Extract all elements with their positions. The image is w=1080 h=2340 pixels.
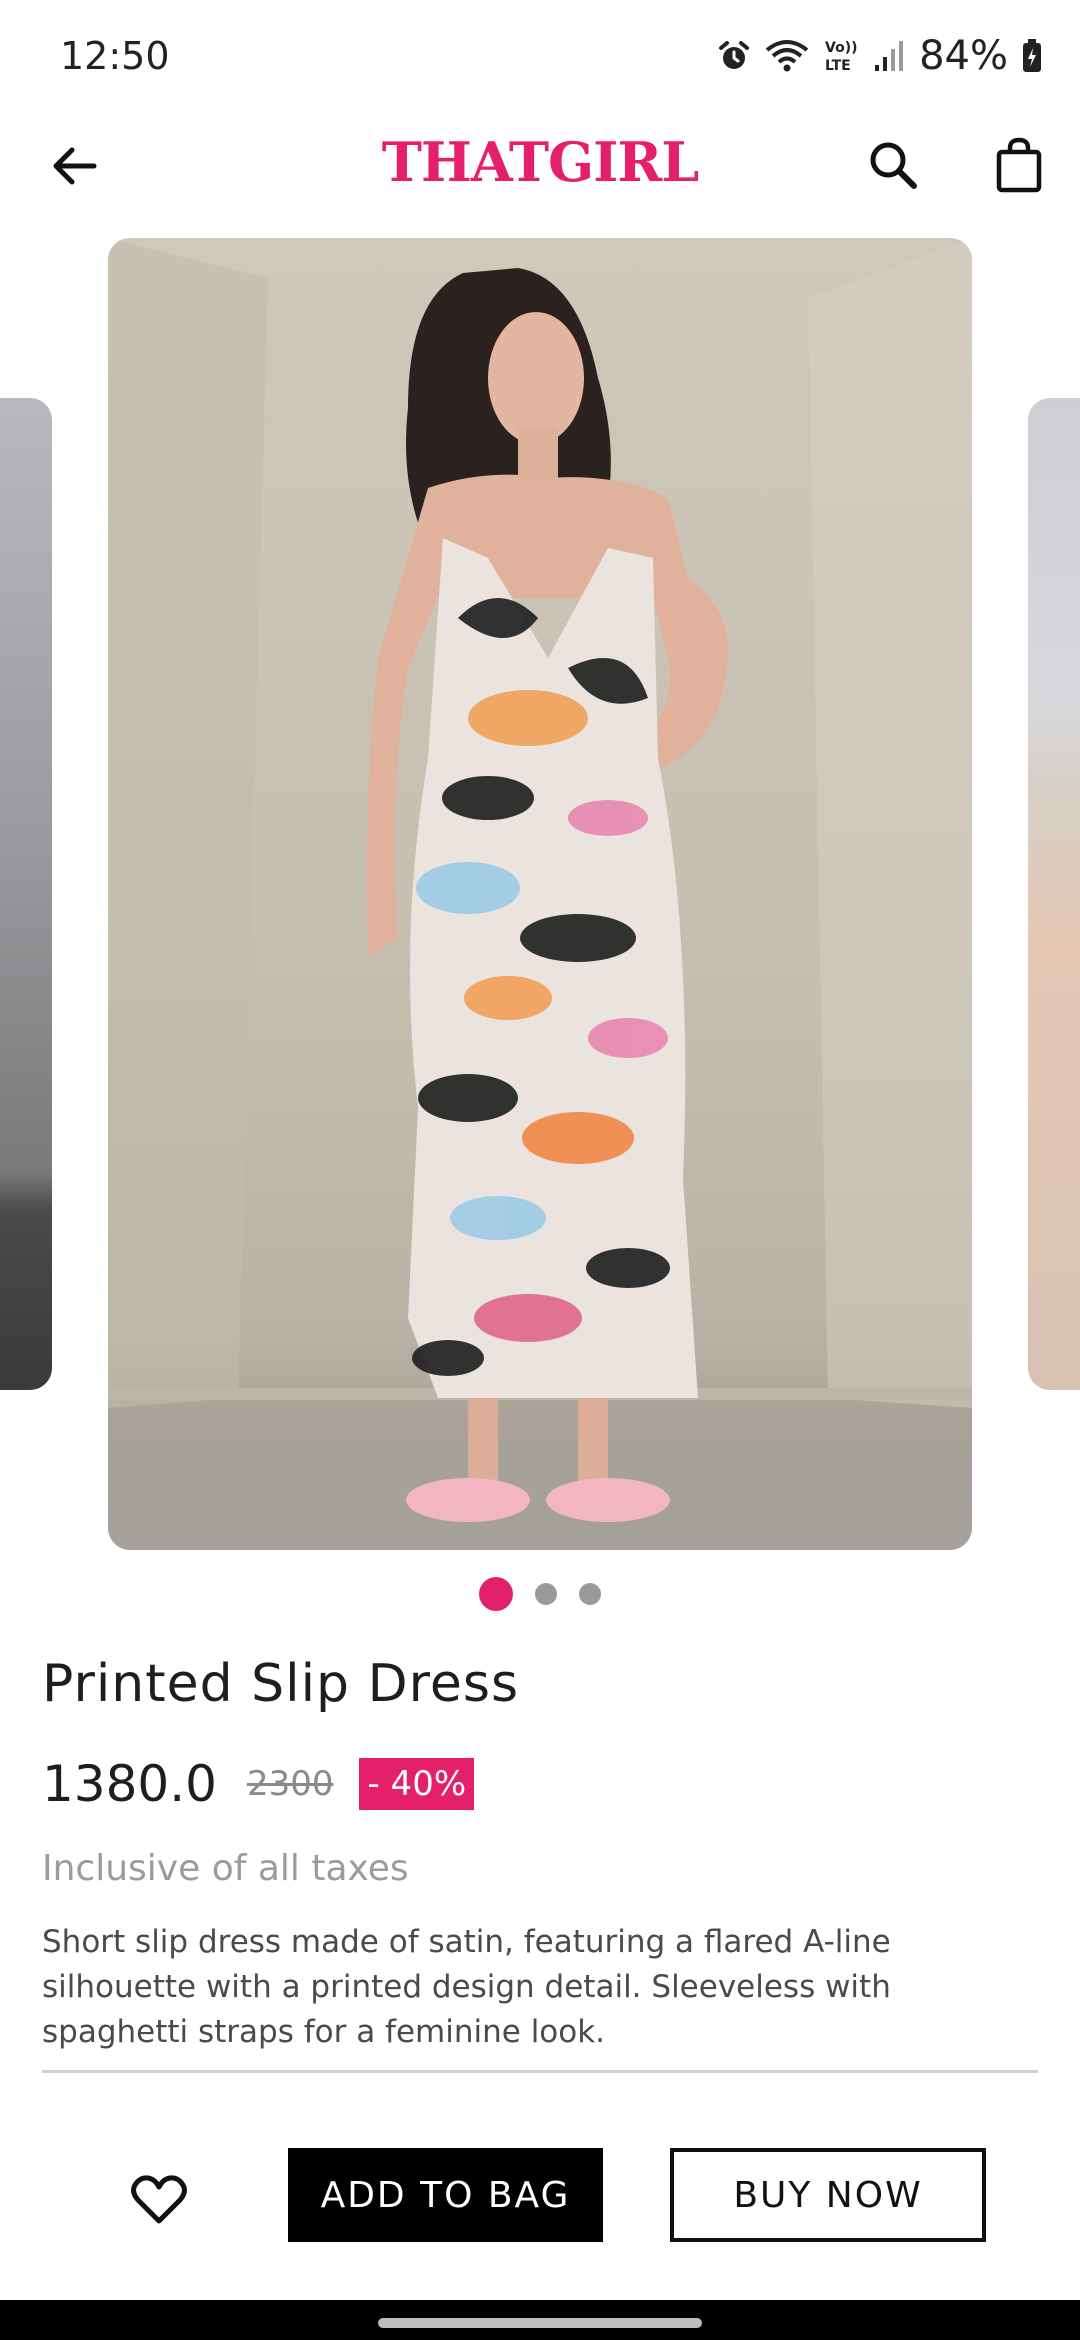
wifi-icon <box>765 38 809 74</box>
previous-product-image[interactable] <box>0 398 52 1390</box>
battery-icon <box>1022 39 1042 73</box>
carousel-dot[interactable] <box>535 1583 557 1605</box>
product-description: Short slip dress made of satin, featurin… <box>42 1924 891 2050</box>
next-product-image[interactable] <box>1028 398 1080 1390</box>
heart-outline-icon <box>131 2175 187 2224</box>
add-to-bag-button[interactable]: ADD TO BAG <box>288 2148 603 2242</box>
svg-text:Vo)): Vo)) <box>825 40 857 56</box>
carousel-pagination <box>0 1576 1080 1612</box>
original-price: 2300 <box>246 1764 334 1804</box>
svg-text:LTE: LTE <box>825 58 851 74</box>
search-button[interactable] <box>862 134 924 196</box>
shopping-bag-icon <box>996 137 1042 193</box>
tax-note: Inclusive of all taxes <box>42 1848 409 1889</box>
system-navigation-bar <box>0 2300 1080 2340</box>
status-bar: 12:50 Vo)) LTE 84% <box>0 0 1080 112</box>
discount-badge: - 40% <box>359 1758 475 1810</box>
search-icon <box>870 142 917 189</box>
current-price: 1380.0 <box>42 1755 217 1813</box>
product-title: Printed Slip Dress <box>42 1654 520 1714</box>
signal-icon <box>873 39 905 73</box>
divider <box>42 2070 1038 2073</box>
app-header: THATGIRL <box>0 112 1080 230</box>
home-gesture-handle[interactable] <box>378 2318 702 2328</box>
buy-now-button[interactable]: BUY NOW <box>670 2148 986 2242</box>
wishlist-button[interactable] <box>124 2170 194 2230</box>
product-image-carousel[interactable] <box>0 238 1080 1550</box>
status-time: 12:50 <box>60 34 170 78</box>
volte-icon: Vo)) LTE <box>823 37 859 75</box>
alarm-icon <box>717 39 751 73</box>
carousel-dot-active[interactable] <box>479 1577 513 1611</box>
price-row: 1380.0 2300 - 40% <box>42 1754 475 1814</box>
status-icons: Vo)) LTE 84% <box>717 30 1042 82</box>
shopping-bag-button[interactable] <box>988 132 1050 198</box>
carousel-dot[interactable] <box>579 1583 601 1605</box>
battery-percentage: 84% <box>919 33 1008 79</box>
product-image[interactable] <box>108 238 972 1550</box>
